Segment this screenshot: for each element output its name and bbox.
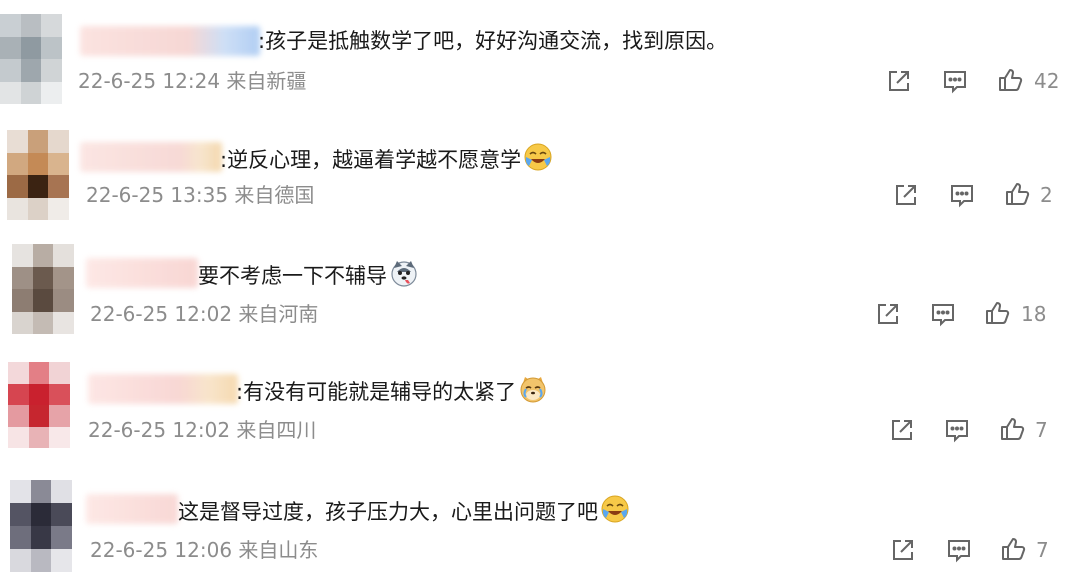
share-icon[interactable]	[885, 67, 913, 95]
share-icon[interactable]	[874, 300, 902, 328]
timestamp: 22-6-25 12:02	[88, 418, 231, 442]
comment-item: 要不考虑一下不辅导 22-6-25 12:02 来自河南 18	[0, 236, 1080, 352]
location: 来自河南	[238, 302, 319, 326]
username[interactable]	[88, 374, 238, 404]
comment-text-body: 这是督导过度，孩子压力大，心里出问题了吧	[178, 500, 598, 524]
comment-text-body: :孩子是抵触数学了吧，好好沟通交流，找到原因。	[258, 29, 728, 53]
location: 来自山东	[238, 538, 319, 562]
husky-emoji	[389, 258, 419, 296]
location: 来自德国	[234, 183, 315, 207]
timestamp: 22-6-25 12:02	[90, 302, 233, 326]
comment-icon[interactable]	[941, 67, 969, 95]
location: 来自四川	[236, 418, 317, 442]
doge-crying-emoji	[518, 374, 548, 412]
comment-text-body: :逆反心理，越逼着学越不愿意学	[220, 148, 522, 172]
comment-meta: 22-6-25 13:35 来自德国	[86, 181, 314, 209]
avatar[interactable]	[10, 480, 72, 572]
timestamp: 22-6-25 12:06	[90, 538, 233, 562]
comment-text: 要不考虑一下不辅导	[198, 258, 419, 296]
thumbs-up-icon[interactable]	[999, 535, 1027, 563]
comment-text-body: :有没有可能就是辅导的太紧了	[236, 380, 517, 404]
comment-meta: 22-6-25 12:02 来自河南	[90, 300, 318, 328]
location: 来自新疆	[226, 69, 307, 93]
comment-text: :逆反心理，越逼着学越不愿意学	[220, 142, 553, 180]
comment-icon[interactable]	[945, 536, 973, 564]
avatar[interactable]	[8, 362, 70, 448]
comment-meta: 22-6-25 12:06 来自山东	[90, 536, 318, 564]
like-count: 42	[1034, 69, 1060, 93]
thumbs-up-icon[interactable]	[998, 415, 1026, 443]
share-icon[interactable]	[892, 181, 920, 209]
comment-icon[interactable]	[929, 300, 957, 328]
username[interactable]	[80, 142, 222, 172]
comment-icon[interactable]	[943, 416, 971, 444]
comment-icon[interactable]	[948, 181, 976, 209]
like-count: 18	[1021, 302, 1047, 326]
like-count: 7	[1035, 418, 1048, 442]
like-count: 2	[1040, 183, 1053, 207]
username[interactable]	[86, 494, 178, 524]
comment-item: :有没有可能就是辅导的太紧了 22-6-25 12:02 来自四川 7	[0, 354, 1080, 470]
laughing-crying-emoji	[523, 142, 553, 180]
share-icon[interactable]	[888, 416, 916, 444]
username[interactable]	[86, 258, 198, 288]
comment-item: 这是督导过度，孩子压力大，心里出问题了吧 22-6-25 12:06 来自山东 …	[0, 464, 1080, 580]
avatar[interactable]	[7, 130, 69, 220]
timestamp: 22-6-25 13:35	[86, 183, 229, 207]
avatar[interactable]	[12, 244, 74, 334]
username[interactable]	[80, 26, 260, 56]
laughing-crying-emoji	[600, 494, 630, 532]
comment-item: :逆反心理，越逼着学越不愿意学 22-6-25 13:35 来自德国 2	[0, 118, 1080, 234]
comment-text: 这是督导过度，孩子压力大，心里出问题了吧	[178, 494, 630, 532]
like-count: 7	[1036, 538, 1049, 562]
avatar[interactable]	[0, 14, 62, 104]
comment-text: :有没有可能就是辅导的太紧了	[236, 374, 548, 412]
comment-meta: 22-6-25 12:24 来自新疆	[78, 67, 306, 95]
thumbs-up-icon[interactable]	[983, 299, 1011, 327]
thumbs-up-icon[interactable]	[1003, 180, 1031, 208]
comment-text-body: 要不考虑一下不辅导	[198, 264, 387, 288]
comment-text: :孩子是抵触数学了吧，好好沟通交流，找到原因。	[258, 26, 727, 56]
share-icon[interactable]	[889, 536, 917, 564]
comment-item: :孩子是抵触数学了吧，好好沟通交流，找到原因。 22-6-25 12:24 来自…	[0, 0, 1080, 116]
timestamp: 22-6-25 12:24	[78, 69, 221, 93]
comment-meta: 22-6-25 12:02 来自四川	[88, 416, 316, 444]
thumbs-up-icon[interactable]	[996, 66, 1024, 94]
